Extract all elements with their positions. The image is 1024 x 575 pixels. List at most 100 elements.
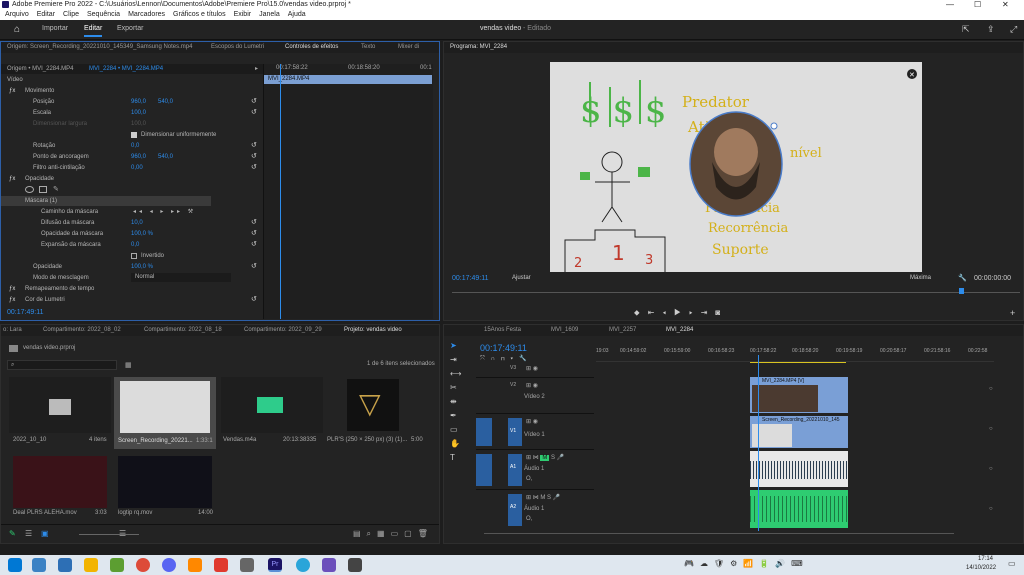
tab-mixer[interactable]: Mixer di bbox=[398, 42, 419, 53]
pen-tool-icon[interactable]: ✒ bbox=[450, 409, 462, 423]
tab-importar[interactable]: Importar bbox=[42, 25, 68, 32]
checkbox-uniform[interactable] bbox=[131, 132, 137, 138]
reset-icon[interactable]: ↺ bbox=[251, 240, 257, 250]
tab-escopos[interactable]: Escopos do Lumetri bbox=[211, 42, 264, 53]
zoom-slider[interactable] bbox=[79, 534, 139, 535]
clock-time[interactable]: 17:14 bbox=[978, 556, 993, 562]
param-dimensionar-uniforme[interactable]: Dimensionar uniformemente bbox=[1, 130, 261, 140]
sort-icon[interactable]: ☰ bbox=[119, 529, 126, 538]
menu-janela[interactable]: Janela bbox=[259, 9, 280, 20]
frame-forward-icon[interactable]: ▸ bbox=[689, 308, 701, 317]
menu-clipe[interactable]: Clipe bbox=[63, 9, 79, 20]
maximize-icon[interactable]: ☐ bbox=[974, 0, 981, 9]
slip-tool-icon[interactable]: ⇼ bbox=[450, 395, 462, 409]
clock-date[interactable]: 14/10/2022 bbox=[966, 565, 996, 571]
step-forward-icon[interactable]: ⇥ bbox=[701, 308, 716, 317]
menu-editar[interactable]: Editar bbox=[37, 9, 55, 20]
checkbox-invertido[interactable] bbox=[131, 253, 137, 259]
type-tool-icon[interactable]: T bbox=[450, 451, 462, 465]
program-scrub-bar[interactable] bbox=[452, 292, 1020, 293]
quick-export-icon[interactable]: ⇱ bbox=[962, 24, 970, 35]
expansao-value[interactable]: 0,0 bbox=[131, 240, 139, 250]
project-item-screen-recording[interactable]: Screen_Recording_20221... 1:33:1 bbox=[114, 377, 216, 449]
tab-lara[interactable]: o: Lara bbox=[3, 325, 22, 336]
opacidade-value[interactable]: 100,0 % bbox=[131, 262, 153, 272]
menu-sequencia[interactable]: Sequência bbox=[87, 9, 120, 20]
timeline-options[interactable]: ⤧∩⊓▾🔧 bbox=[480, 355, 592, 363]
tab-projeto[interactable]: Projeto: vendas video bbox=[344, 325, 402, 336]
task-view-icon[interactable] bbox=[32, 558, 46, 572]
rectangle-mask-icon[interactable] bbox=[39, 186, 47, 193]
source-patch-a1[interactable] bbox=[476, 454, 492, 486]
tab-mvi1609[interactable]: MVI_1609 bbox=[551, 325, 578, 336]
clip-audio-a1[interactable] bbox=[750, 451, 848, 487]
pen-mask-icon[interactable]: ✎ bbox=[53, 185, 59, 193]
timeline-timecode[interactable]: 00:17:49:11 bbox=[480, 343, 527, 353]
target-a1[interactable] bbox=[508, 454, 522, 486]
icon-view-icon[interactable]: ▣ bbox=[41, 529, 49, 538]
program-video-frame[interactable]: $ $ $ 2 1 3 Predator Atividade nível Fre… bbox=[550, 62, 922, 272]
minimize-icon[interactable]: — bbox=[946, 0, 954, 9]
project-item-plr[interactable]: ▽ PLR'S (250 × 250 px) (3) (1)... 5:00 bbox=[327, 377, 429, 447]
tab-exportar[interactable]: Exportar bbox=[117, 25, 143, 32]
sequence-select[interactable]: MVI_2284 • MVI_2284.MP4 bbox=[89, 64, 163, 74]
clip-mvi2284-v2[interactable]: MVI_2284.MP4 [V] bbox=[750, 377, 848, 413]
track-v1[interactable]: V1 ⊞ ◉ Vídeo 1 bbox=[476, 413, 594, 449]
selection-tool-icon[interactable]: ➤ bbox=[450, 339, 462, 353]
track-select-icon[interactable]: ⇥ bbox=[450, 353, 462, 367]
fx-opacidade[interactable]: ƒx Opacidade bbox=[1, 174, 261, 184]
clip-screen-recording-v1[interactable]: Screen_Recording_20221010_145 bbox=[750, 416, 848, 448]
app3-icon[interactable] bbox=[296, 558, 310, 572]
share-icon[interactable]: ⇪ bbox=[987, 24, 995, 35]
chrome-icon[interactable] bbox=[136, 558, 150, 572]
rectangle-tool-icon[interactable]: ▭ bbox=[450, 423, 462, 437]
mask-row[interactable]: Máscara (1) bbox=[1, 196, 211, 206]
project-item-bin[interactable]: 2022_10_10 4 itens bbox=[9, 377, 111, 447]
fx-movimento[interactable]: ƒx Movimento bbox=[1, 86, 261, 96]
filtro-value[interactable]: 0,00 bbox=[131, 163, 143, 173]
app5-icon[interactable] bbox=[348, 558, 362, 572]
tab-controles-efeitos[interactable]: Controles de efeitos bbox=[285, 42, 338, 53]
track-a1[interactable]: A1 ⊞ ⋈ M S 🎤 Áudio 1 O, bbox=[476, 449, 594, 489]
quality-select[interactable]: Máxima bbox=[910, 275, 931, 281]
param-invertido[interactable]: Invertido bbox=[1, 251, 261, 261]
work-area-bar[interactable] bbox=[750, 362, 846, 363]
fx-remapeamento[interactable]: ƒx Remapeamento de tempo bbox=[1, 284, 261, 294]
hand-tool-icon[interactable]: ✋ bbox=[450, 437, 462, 451]
track-v2[interactable]: V2 ⊞ ◉ Vídeo 2 bbox=[476, 377, 594, 413]
reset-icon[interactable]: ↺ bbox=[251, 229, 257, 239]
transport-controls[interactable]: ⬥⇤◂▶▸⇥◙ bbox=[634, 308, 894, 318]
track-height-controls[interactable]: ○ ○ ○ ○ bbox=[989, 369, 993, 529]
marker-icon[interactable]: ⬥ bbox=[634, 308, 648, 317]
ancoragem-y[interactable]: 540,0 bbox=[158, 152, 173, 162]
project-item-deal-plrs[interactable]: Deal PLRS ALEHA.mov 3:03 bbox=[9, 456, 111, 516]
menu-exibir[interactable]: Exibir bbox=[234, 9, 252, 20]
clip-audio-a2[interactable] bbox=[750, 490, 848, 528]
list-view-icon[interactable]: ☰ bbox=[25, 529, 32, 538]
reset-icon[interactable]: ↺ bbox=[251, 295, 257, 305]
project-actions[interactable]: ▤⌕▦▭▢🗑 bbox=[353, 529, 434, 539]
menu-graficos[interactable]: Gráficos e títulos bbox=[173, 9, 226, 20]
ancoragem-x[interactable]: 960,0 bbox=[131, 152, 146, 162]
system-tray[interactable]: 🎮☁🛡⚙📶🔋🔊⌨ bbox=[684, 559, 954, 571]
reset-icon[interactable]: ↺ bbox=[251, 97, 257, 107]
ripple-edit-icon[interactable]: ⟷ bbox=[450, 367, 462, 381]
project-item-logtip[interactable]: logtip rq.mov 14:00 bbox=[114, 456, 216, 516]
app2-icon[interactable] bbox=[240, 558, 254, 572]
app4-icon[interactable] bbox=[322, 558, 336, 572]
escala-value[interactable]: 100,0 bbox=[131, 108, 146, 118]
posicao-x[interactable]: 960,0 bbox=[131, 97, 146, 107]
effect-clip-bar[interactable]: MVI_2284.MP4 bbox=[264, 75, 432, 84]
menu-ajuda[interactable]: Ajuda bbox=[288, 9, 306, 20]
tab-editar[interactable]: Editar bbox=[84, 25, 103, 37]
windows-start-icon[interactable] bbox=[8, 558, 22, 572]
fx-lumetri[interactable]: ƒx Cor de Lumetri ↺ bbox=[1, 295, 261, 305]
vlc-icon[interactable] bbox=[188, 558, 202, 572]
reset-icon[interactable]: ↺ bbox=[251, 152, 257, 162]
source-patch-v1[interactable] bbox=[476, 418, 492, 446]
target-a2[interactable] bbox=[508, 494, 522, 526]
track-a2[interactable]: A2 ⊞ ⋈ M S 🎤 Áudio 1 O, bbox=[476, 489, 594, 529]
step-back-icon[interactable]: ⇤ bbox=[648, 308, 663, 317]
tab-comp-0802[interactable]: Compartimento: 2022_08_02 bbox=[43, 325, 121, 336]
close-overlay-icon[interactable]: ✕ bbox=[909, 72, 915, 79]
